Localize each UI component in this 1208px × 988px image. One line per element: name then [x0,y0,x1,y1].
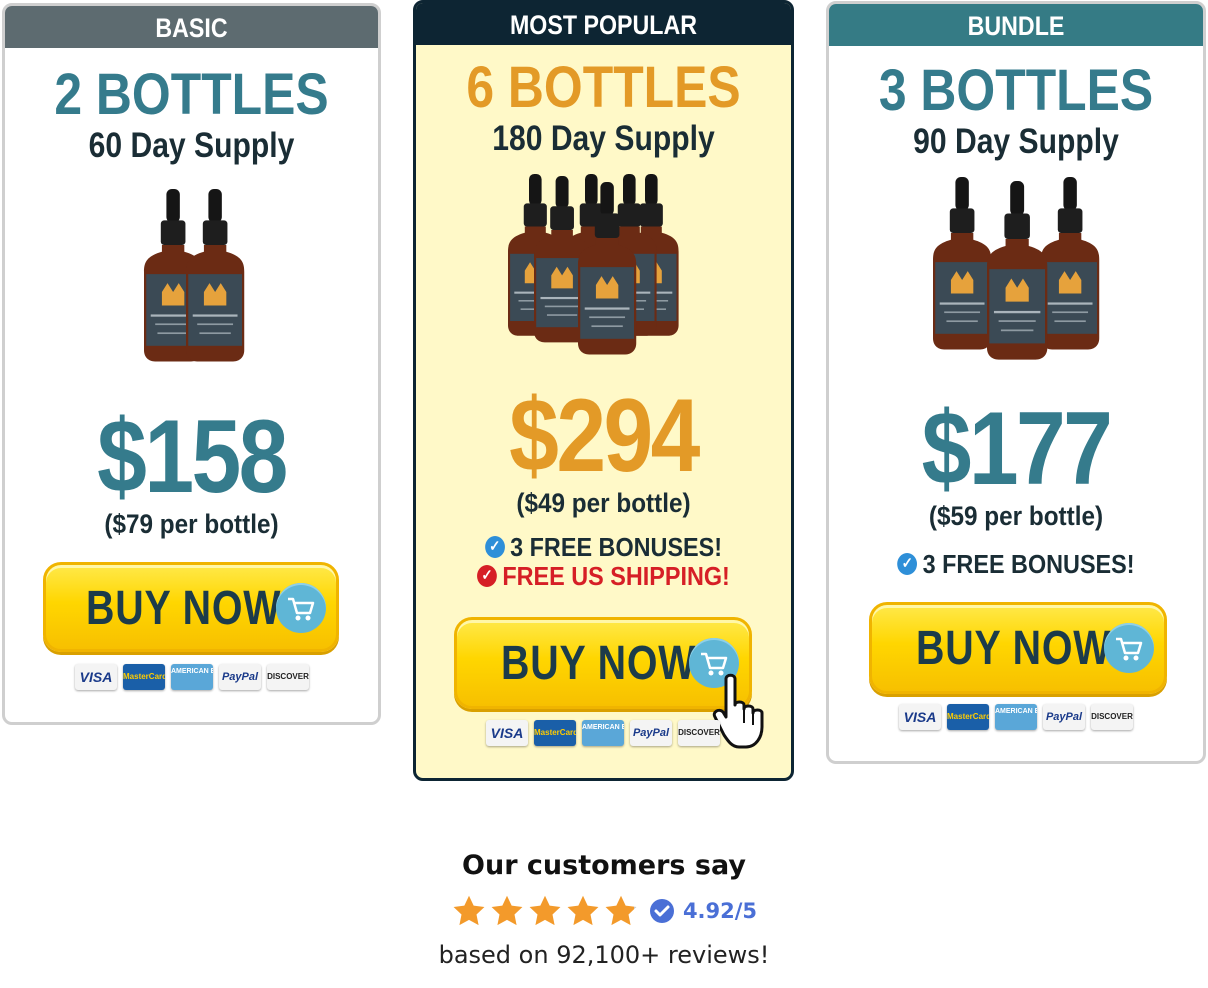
visa-logo-icon: VISA [75,664,117,690]
product-bottles-image [112,183,272,383]
pointer-hand-icon [712,671,782,751]
bottle-icon [933,177,992,350]
mastercard-logo-icon: MasterCard [534,720,576,746]
star-icon [491,895,523,926]
buy-now-label: BUY NOW [86,582,282,635]
reviews-title: Our customers say [462,850,746,881]
price: $177 [921,391,1113,507]
bottle-quantity: 3 BOTTLES [878,58,1154,123]
per-bottle-price: ($79 per bottle) [104,509,279,539]
customer-reviews: Our customers say 4.92/5 based on 92,100… [0,850,1208,969]
product-bottles-image [474,170,734,380]
card-header: BUNDLE [829,4,1203,46]
package-card-most-popular: MOST POPULAR 6 BOTTLES 180 Day Supply $2… [413,0,794,781]
bonus-item: ✓ 3 FREE BONUSES! [848,550,1185,579]
reviews-count: based on 92,100+ reviews! [438,941,770,969]
bonus-text: 3 FREE BONUSES! [922,549,1135,579]
star-icon [529,895,561,926]
star-rating [451,893,639,929]
verified-icon [649,898,675,924]
rating-row: 4.92/5 [0,891,1208,931]
mastercard-logo-icon: MasterCard [947,704,989,730]
bonus-text: 3 FREE BONUSES! [510,532,723,562]
paypal-logo-icon: PayPal [630,720,672,746]
package-card-basic: BASIC 2 BOTTLES 60 Day Supply $158 ($79 … [2,3,381,725]
payment-methods: VISA MasterCard AMERICAN EXPRESS PayPal … [486,720,720,746]
card-header-label: BASIC [155,13,228,43]
buy-now-label: BUY NOW [501,637,697,690]
bottle-quantity: 6 BOTTLES [466,55,741,120]
card-header: MOST POPULAR [416,3,791,45]
cart-icon [276,583,326,633]
price: $158 [97,399,288,515]
card-header-label: BUNDLE [967,11,1065,41]
paypal-logo-icon: PayPal [1043,704,1085,730]
discover-logo-icon: DISCOVER [678,720,720,746]
per-bottle-price: ($49 per bottle) [516,488,691,518]
visa-logo-icon: VISA [486,720,528,746]
discover-logo-icon: DISCOVER [267,664,309,690]
product-bottles-image [911,171,1121,381]
supply-duration: 90 Day Supply [913,122,1119,161]
star-icon [605,895,637,926]
bonus-item: ✓ FREE US SHIPPING! [435,560,773,591]
price: $294 [509,378,700,494]
star-icon [567,895,599,926]
card-header-label: MOST POPULAR [509,10,698,40]
bottle-quantity: 2 BOTTLES [54,62,329,127]
star-icon [453,895,485,926]
bottle-icon [185,189,244,362]
mastercard-logo-icon: MasterCard [123,664,165,690]
supply-duration: 180 Day Supply [492,119,715,158]
visa-logo-icon: VISA [899,704,941,730]
per-bottle-price: ($59 per bottle) [928,501,1104,531]
bonus-item: ✓ 3 FREE BONUSES! [435,533,773,562]
amex-logo-icon: AMERICAN EXPRESS [171,664,213,690]
bonus-list: ✓ 3 FREE BONUSES! ✓ FREE US SHIPPING! [416,533,791,590]
bonus-text: FREE US SHIPPING! [502,560,730,591]
discover-logo-icon: DISCOVER [1091,704,1133,730]
payment-methods: VISA MasterCard AMERICAN EXPRESS PayPal … [75,664,309,690]
cart-icon [1104,623,1154,673]
amex-logo-icon: AMERICAN EXPRESS [995,704,1037,730]
bottle-icon [1041,177,1100,350]
payment-methods: VISA MasterCard AMERICAN EXPRESS PayPal … [899,704,1133,730]
amex-logo-icon: AMERICAN EXPRESS [582,720,624,746]
package-card-bundle: BUNDLE 3 BOTTLES 90 Day Supply $177 ($59… [826,1,1206,764]
bonus-list: ✓ 3 FREE BONUSES! [829,550,1203,579]
buy-now-label: BUY NOW [916,622,1112,675]
check-badge-icon: ✓ [484,536,505,559]
check-badge-icon: ✓ [897,553,918,576]
rating-score: 4.92/5 [682,899,758,923]
buy-now-button[interactable]: BUY NOW [43,562,339,652]
supply-duration: 60 Day Supply [88,126,295,165]
buy-now-button[interactable]: BUY NOW [454,617,752,709]
paypal-logo-icon: PayPal [219,664,261,690]
check-circle-icon: ✓ [477,564,497,587]
card-header: BASIC [5,6,378,48]
bottle-icon [987,181,1048,360]
buy-now-button[interactable]: BUY NOW [869,602,1167,694]
